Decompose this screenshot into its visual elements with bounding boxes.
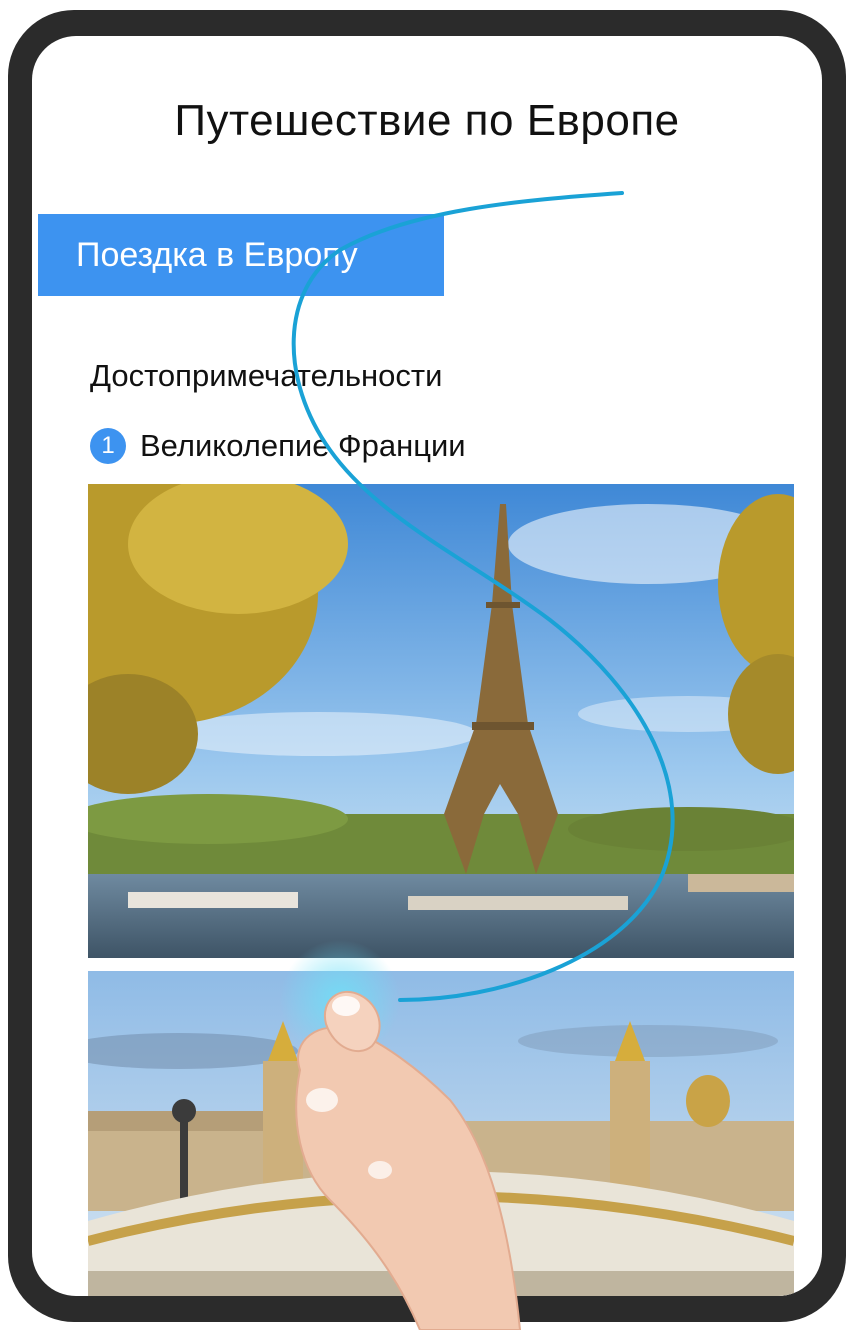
trip-banner[interactable]: Поездка в Европу — [38, 214, 444, 296]
phone-frame: Путешествие по Европе Поездка в Европу Д… — [8, 10, 846, 1322]
section-heading: Достопримечательности — [90, 358, 443, 393]
list-item-france[interactable]: 1 Великолепие Франции — [90, 428, 466, 464]
list-item-title: Великолепие Франции — [140, 428, 466, 463]
alexandre-iii-bridge-photo — [88, 971, 794, 1296]
page-title: Путешествие по Европе — [174, 96, 680, 145]
phone-screen: Путешествие по Европе Поездка в Европу Д… — [32, 36, 822, 1296]
number-badge: 1 — [90, 428, 126, 464]
eiffel-tower-photo — [88, 484, 794, 958]
